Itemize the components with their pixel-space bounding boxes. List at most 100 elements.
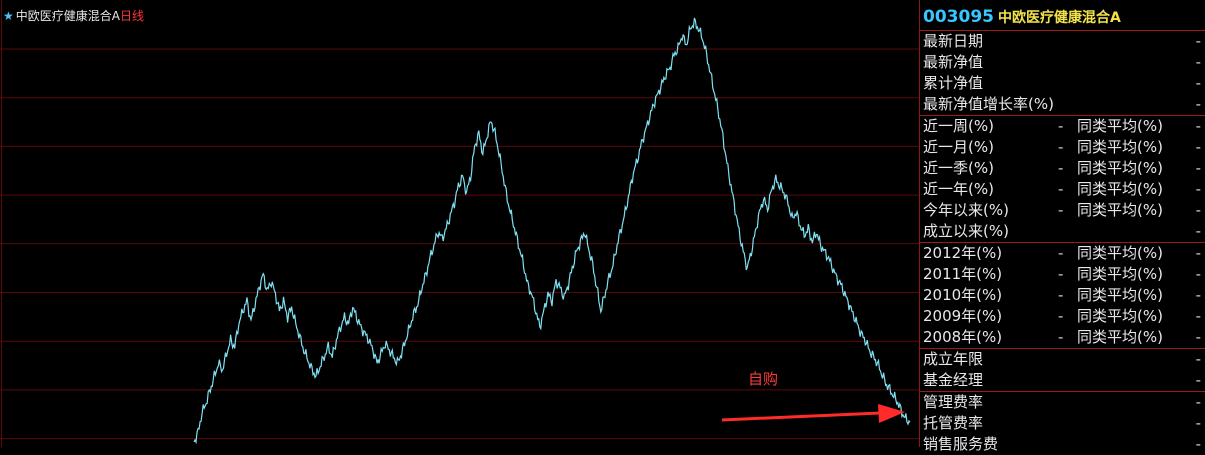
peer-avg-label: 同类平均(%) bbox=[1077, 265, 1163, 283]
row-label: 最新日期 bbox=[923, 32, 984, 50]
row-value: - bbox=[1195, 414, 1201, 432]
year-row: 2008年(%) - 同类平均(%) - bbox=[920, 327, 1205, 348]
row-label: 成立以来(%) bbox=[923, 222, 1009, 240]
row-value: - bbox=[1195, 350, 1201, 368]
row-label: 2009年(%) bbox=[923, 307, 1003, 325]
row-label: 托管费率 bbox=[923, 414, 984, 432]
section-period-returns: 近一周(%) - 同类平均(%) - 近一月(%) - 同类平均(%) - 近一季(%) - 同… bbox=[920, 115, 1205, 242]
row-value: - bbox=[1058, 180, 1064, 198]
row-label: 2012年(%) bbox=[923, 244, 1003, 262]
peer-avg-value: - bbox=[1195, 117, 1201, 135]
buy-arrow bbox=[721, 404, 905, 423]
peer-avg-value: - bbox=[1195, 286, 1201, 304]
row-value: - bbox=[1058, 286, 1064, 304]
row-value: - bbox=[1195, 222, 1201, 240]
row-label: 管理费率 bbox=[923, 393, 984, 411]
row-label: 今年以来(%) bbox=[923, 201, 1009, 219]
row-label: 基金经理 bbox=[923, 371, 984, 389]
info-row: 成立年限 - bbox=[920, 349, 1205, 370]
row-value: - bbox=[1195, 32, 1201, 50]
row-value: - bbox=[1058, 307, 1064, 325]
year-row: 2012年(%) - 同类平均(%) - bbox=[920, 243, 1205, 264]
row-value: - bbox=[1058, 244, 1064, 262]
return-row: 成立以来(%) - bbox=[920, 221, 1205, 242]
peer-avg-value: - bbox=[1195, 265, 1201, 283]
peer-avg-value: - bbox=[1195, 180, 1201, 198]
info-row: 托管费率 - bbox=[920, 413, 1205, 434]
info-row: 累计净值 - bbox=[920, 73, 1205, 94]
nav-line bbox=[193, 17, 911, 445]
peer-avg-value: - bbox=[1195, 328, 1201, 346]
annotation-label: 自购 bbox=[748, 370, 779, 388]
row-value: - bbox=[1195, 74, 1201, 92]
row-value: - bbox=[1195, 435, 1201, 453]
fund-code: 003095 bbox=[923, 7, 994, 27]
row-label: 累计净值 bbox=[923, 74, 984, 92]
return-row: 近一月(%) - 同类平均(%) - bbox=[920, 137, 1205, 158]
chart-period[interactable]: 日线 bbox=[120, 9, 144, 23]
fund-name: 中欧医疗健康混合A bbox=[997, 10, 1121, 26]
chart-svg bbox=[0, 0, 919, 447]
row-label: 近一周(%) bbox=[923, 117, 994, 135]
row-value: - bbox=[1058, 201, 1064, 219]
arrow-shaft bbox=[721, 411, 881, 422]
section-fund-profile: 成立年限 - 基金经理 - bbox=[920, 348, 1205, 391]
return-row: 近一年(%) - 同类平均(%) - bbox=[920, 179, 1205, 200]
peer-avg-value: - bbox=[1195, 244, 1201, 262]
row-value: - bbox=[1058, 117, 1064, 135]
section-latest: 最新日期 - 最新净值 - 累计净值 - 最新净值增长率(%) - bbox=[920, 30, 1205, 115]
info-row: 基金经理 - bbox=[920, 370, 1205, 391]
row-label: 2008年(%) bbox=[923, 328, 1003, 346]
peer-avg-label: 同类平均(%) bbox=[1077, 328, 1163, 346]
price-chart[interactable]: ★ 中欧医疗健康混合A日线 自购 bbox=[0, 0, 919, 447]
row-value: - bbox=[1195, 393, 1201, 411]
row-value: - bbox=[1195, 371, 1201, 389]
return-row: 今年以来(%) - 同类平均(%) - bbox=[920, 200, 1205, 221]
year-row: 2011年(%) - 同类平均(%) - bbox=[920, 264, 1205, 285]
peer-avg-value: - bbox=[1195, 307, 1201, 325]
peer-avg-label: 同类平均(%) bbox=[1077, 180, 1163, 198]
star-icon: ★ bbox=[3, 9, 14, 23]
row-label: 成立年限 bbox=[923, 350, 984, 368]
chart-grid bbox=[0, 0, 919, 447]
row-label: 近一年(%) bbox=[923, 180, 994, 198]
info-row: 最新净值增长率(%) - bbox=[920, 94, 1205, 115]
row-value: - bbox=[1058, 328, 1064, 346]
section-fees: 管理费率 - 托管费率 - 销售服务费 - bbox=[920, 391, 1205, 455]
return-row: 近一周(%) - 同类平均(%) - bbox=[920, 116, 1205, 137]
peer-avg-value: - bbox=[1195, 201, 1201, 219]
row-value: - bbox=[1195, 95, 1201, 113]
row-value: - bbox=[1195, 53, 1201, 71]
chart-fund-name: 中欧医疗健康混合A bbox=[15, 9, 120, 23]
year-row: 2010年(%) - 同类平均(%) - bbox=[920, 285, 1205, 306]
row-label: 销售服务费 bbox=[923, 435, 999, 453]
chart-title: ★ 中欧医疗健康混合A日线 bbox=[3, 7, 144, 24]
peer-avg-label: 同类平均(%) bbox=[1077, 286, 1163, 304]
peer-avg-label: 同类平均(%) bbox=[1077, 117, 1163, 135]
fund-info-panel: 003095 中欧医疗健康混合A 最新日期 - 最新净值 - 累计净值 - 最新净值增长… bbox=[919, 0, 1205, 453]
row-label: 近一月(%) bbox=[923, 138, 994, 156]
year-row: 2009年(%) - 同类平均(%) - bbox=[920, 306, 1205, 327]
row-label: 最新净值 bbox=[923, 53, 984, 71]
row-value: - bbox=[1058, 138, 1064, 156]
info-row: 最新日期 - bbox=[920, 31, 1205, 52]
peer-avg-label: 同类平均(%) bbox=[1077, 307, 1163, 325]
peer-avg-label: 同类平均(%) bbox=[1077, 138, 1163, 156]
return-row: 近一季(%) - 同类平均(%) - bbox=[920, 158, 1205, 179]
row-value: - bbox=[1058, 159, 1064, 177]
info-row: 最新净值 - bbox=[920, 52, 1205, 73]
info-row: 管理费率 - bbox=[920, 392, 1205, 413]
row-label: 近一季(%) bbox=[923, 159, 994, 177]
peer-avg-label: 同类平均(%) bbox=[1077, 201, 1163, 219]
row-label: 最新净值增长率(%) bbox=[923, 95, 1054, 113]
peer-avg-value: - bbox=[1195, 159, 1201, 177]
section-yearly-returns: 2012年(%) - 同类平均(%) - 2011年(%) - 同类平均(%) - 2010… bbox=[920, 242, 1205, 348]
peer-avg-label: 同类平均(%) bbox=[1077, 159, 1163, 177]
row-value: - bbox=[1058, 265, 1064, 283]
row-label: 2011年(%) bbox=[923, 265, 1003, 283]
fund-header: 003095 中欧医疗健康混合A bbox=[920, 0, 1205, 30]
row-label: 2010年(%) bbox=[923, 286, 1003, 304]
peer-avg-label: 同类平均(%) bbox=[1077, 244, 1163, 262]
info-row: 销售服务费 - bbox=[920, 434, 1205, 455]
peer-avg-value: - bbox=[1195, 138, 1201, 156]
